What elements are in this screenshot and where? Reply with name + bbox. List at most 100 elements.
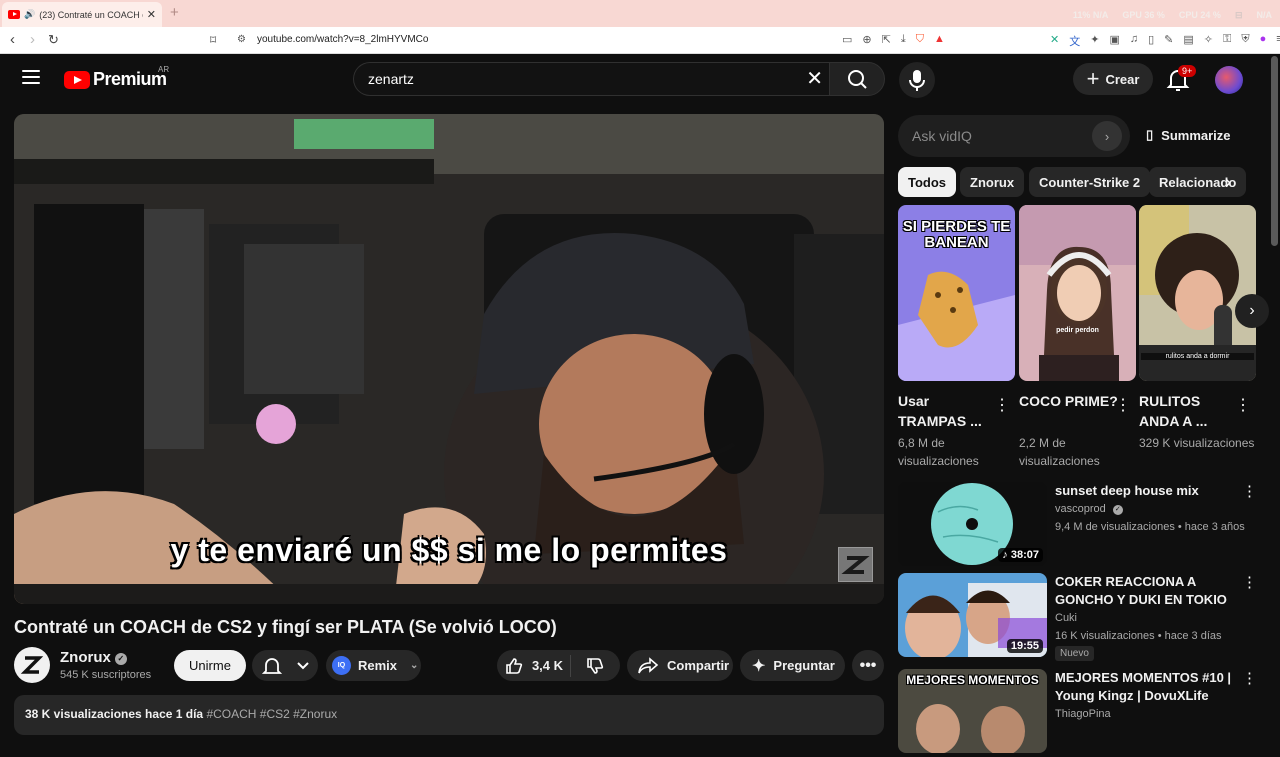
chevron-right-icon[interactable]: › [1092, 121, 1122, 151]
browser-tab[interactable]: 🔊 (23) Contraté un COACH de CS2 y fingí … [2, 2, 162, 27]
zoom-icon[interactable]: ⊕ [862, 33, 871, 46]
voice-search-button[interactable] [899, 62, 935, 98]
like-button[interactable]: 3,4 K [497, 654, 571, 677]
extension-icon[interactable]: ✕ [1050, 33, 1059, 49]
channel-avatar[interactable] [14, 647, 50, 683]
puzzle-icon[interactable]: ✦ [1090, 33, 1099, 49]
notes-icon[interactable]: ✎ [1164, 33, 1173, 49]
short-card[interactable]: pedir perdon COCO PRIME? ⋮ 2,2 M de visu… [1019, 205, 1136, 468]
more-vert-icon[interactable]: ⋮ [1242, 573, 1257, 591]
more-vert-icon[interactable]: ⋮ [994, 395, 1010, 415]
share-page-icon[interactable]: ⇱ [882, 33, 891, 46]
more-vert-icon[interactable]: ⋮ [1242, 669, 1257, 687]
share-button[interactable]: Compartir [627, 650, 733, 681]
summarize-label: Summarize [1161, 127, 1231, 143]
hashtags[interactable]: #COACH #CS2 #Znorux [206, 707, 337, 721]
youtube-favicon-icon [8, 10, 20, 19]
search-input[interactable] [368, 71, 788, 87]
wallet-icon[interactable]: ▤ [1183, 33, 1193, 49]
recommended-video[interactable]: 19:55 COKER REACCIONA A GONCHO Y DUKI EN… [898, 573, 1268, 661]
summarize-button[interactable]: ▯ Summarize [1146, 127, 1231, 143]
more-vert-icon[interactable]: ⋮ [1235, 395, 1251, 415]
more-vert-icon[interactable]: ⋮ [1242, 482, 1257, 500]
forward-icon[interactable]: › [30, 31, 35, 48]
more-vert-icon[interactable]: ⋮ [1115, 395, 1131, 415]
minimize-icon[interactable]: ⊟ [1235, 10, 1243, 21]
reading-icon[interactable]: ▯ [1148, 33, 1154, 49]
video-meta: 16 K visualizaciones • hace 3 días [1055, 630, 1222, 642]
password-icon[interactable]: ⚿ [1223, 33, 1231, 49]
short-card[interactable]: rulitos anda a dormir RULITOS ANDA A ...… [1139, 205, 1256, 450]
url-field[interactable]: youtube.com/watch?v=8_2lmHYVMCo [257, 34, 428, 45]
short-views: 2,2 M de visualizaciones [1019, 436, 1100, 468]
site-info-icon[interactable]: ⚙ [237, 34, 246, 45]
video-player[interactable]: y te enviaré un $$ si me lo permites [14, 114, 884, 604]
dislike-button[interactable] [571, 656, 619, 676]
tab-title: (23) Contraté un COACH de CS2 y fingí se… [39, 9, 143, 20]
hamburger-menu-icon[interactable] [22, 70, 40, 84]
channel-name[interactable]: Znorux ✓ [60, 649, 127, 666]
create-button[interactable]: + Crear [1073, 63, 1153, 95]
brave-shield-icon[interactable]: ⛉ [916, 33, 924, 46]
video-thumbnail: 19:55 [898, 573, 1047, 657]
menu-icon[interactable]: ≡ [1276, 33, 1280, 49]
bookmark-icon[interactable]: ⌑ [210, 33, 216, 47]
ask-button[interactable]: ✦ Preguntar [740, 650, 845, 681]
clear-search-icon[interactable]: ✕ [806, 67, 823, 91]
channel-watermark[interactable] [838, 547, 873, 582]
screenshot-icon[interactable]: ▣ [1109, 33, 1119, 49]
music-icon[interactable]: ♫ [1130, 33, 1138, 49]
speaker-icon[interactable]: 🔊 [24, 9, 35, 20]
youtube-play-icon [64, 70, 90, 89]
close-icon[interactable]: ✕ [147, 8, 156, 21]
page-scrollbar[interactable] [1271, 56, 1278, 246]
description-box[interactable]: 38 K visualizaciones hace 1 día #COACH #… [14, 695, 884, 735]
search-button[interactable] [829, 62, 885, 96]
downloads-icon[interactable]: ⤓ [901, 33, 906, 46]
vidiq-input[interactable] [912, 128, 1082, 144]
chevron-right-icon[interactable]: › [1225, 172, 1231, 193]
remix-label: Remix [358, 658, 398, 673]
short-views: 329 K visualizaciones [1139, 436, 1255, 450]
plus-icon: + [1086, 66, 1100, 91]
youtube-logo[interactable]: Premium AR [64, 65, 169, 90]
thumbnail-text: MEJORES MOMENTOS [906, 673, 1039, 687]
channel-name[interactable]: vascoprod ✓ [1055, 503, 1123, 515]
chip-relacionado[interactable]: Relacionado [1149, 167, 1247, 197]
video-caption: y te enviaré un $$ si me lo permites [170, 532, 728, 568]
shorts-next-button[interactable]: › [1235, 294, 1269, 328]
like-dislike-group: 3,4 K [497, 650, 620, 681]
thumbs-up-icon [506, 657, 523, 674]
reload-icon[interactable]: ↻ [48, 32, 59, 48]
back-icon[interactable]: ‹ [10, 31, 15, 48]
chip-counter-strike-2[interactable]: Counter-Strike 2 [1029, 167, 1151, 197]
channel-name[interactable]: ThiagoPina [1055, 708, 1111, 720]
profile-icon[interactable]: ● [1260, 33, 1267, 49]
search-icon [848, 70, 867, 89]
recommended-video[interactable]: MEJORES MOMENTOS MEJORES MOMENTOS #10 | … [898, 669, 1268, 757]
chip-todos[interactable]: Todos [898, 167, 957, 197]
more-actions-button[interactable]: ••• [852, 650, 884, 681]
remix-button[interactable]: IQ Remix ⌄ [326, 650, 421, 681]
translate-icon[interactable]: 文 [1069, 33, 1080, 49]
shield-icon[interactable]: ⛨ [1241, 33, 1249, 49]
short-card[interactable]: SI PIERDES TE BANEAN Usar TRAMPAS ... ⋮ … [898, 205, 1015, 468]
user-avatar[interactable] [1215, 66, 1243, 94]
join-button[interactable]: Unirme [174, 650, 246, 681]
verified-icon: ✓ [1112, 505, 1123, 515]
stat-item: N/A [1256, 10, 1273, 20]
channel-name[interactable]: Cuki [1055, 612, 1077, 624]
video-frame [14, 114, 884, 604]
stat-item: 11% N/A [1072, 10, 1109, 20]
video-thumbnail: ♪ 38:07 [898, 482, 1047, 566]
recommended-video[interactable]: ♪ 38:07 sunset deep house mix vascoprod … [898, 482, 1268, 570]
address-actions: ▭ ⊕ ⇱ ⤓ ⛉ ▲ [842, 33, 945, 46]
short-title: Usar TRAMPAS ... [898, 393, 982, 429]
sparkle-icon[interactable]: ✧ [1204, 33, 1213, 49]
new-tab-button[interactable]: + [170, 4, 179, 21]
chip-znorux[interactable]: Znorux [960, 167, 1025, 197]
video-title: MEJORES MOMENTOS #10 | Young Kingz | Dov… [1055, 670, 1232, 703]
cast-icon[interactable]: ▭ [842, 33, 852, 46]
subscription-bell-button[interactable] [252, 650, 318, 681]
rewards-icon[interactable]: ▲ [934, 33, 945, 46]
